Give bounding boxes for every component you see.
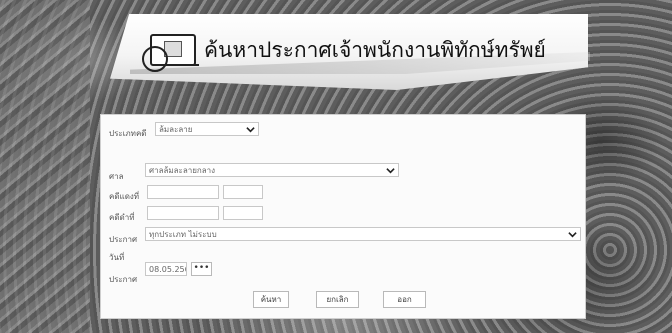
title-underline bbox=[175, 64, 199, 66]
red-case-label: คดีดำที่ bbox=[109, 213, 135, 222]
chevron-down-icon bbox=[568, 230, 577, 239]
red-case-number-input[interactable] bbox=[147, 206, 219, 220]
search-form-panel: ประเภทคดี ล้มละลาย ศาล ศาลล้มละลายกลาง ค… bbox=[100, 114, 586, 319]
case-type-label: ประเภทคดี bbox=[109, 129, 147, 138]
black-case-label: คดีแดงที่ bbox=[109, 192, 140, 201]
search-document-icon bbox=[142, 34, 196, 72]
page-title: ค้นหาประกาศเจ้าพนักงานพิทักษ์ทรัพย์ bbox=[204, 38, 546, 62]
cancel-button[interactable]: ยกเลิก bbox=[316, 291, 359, 308]
announce-date-input[interactable]: 08.05.2560 bbox=[145, 262, 187, 276]
announcement-type-value: ทุกประเภท ไม่ระบบ bbox=[149, 230, 217, 239]
court-label: ศาล bbox=[109, 172, 124, 181]
case-type-value: ล้มละลาย bbox=[159, 125, 193, 134]
search-button[interactable]: ค้นหา bbox=[253, 291, 289, 308]
black-case-number-input[interactable] bbox=[147, 185, 219, 199]
black-case-year-input[interactable] bbox=[223, 185, 263, 199]
background-pattern bbox=[0, 0, 90, 333]
announcement-label: ประกาศ bbox=[109, 235, 138, 244]
announce-date-label-line2: ประกาศ bbox=[109, 275, 138, 284]
announce-date-label-line1: วันที่ bbox=[109, 253, 125, 262]
magnifier-icon bbox=[142, 46, 168, 72]
red-case-year-input[interactable] bbox=[223, 206, 263, 220]
court-select[interactable]: ศาลล้มละลายกลาง bbox=[145, 163, 399, 177]
case-type-select[interactable]: ล้มละลาย bbox=[155, 122, 259, 136]
exit-button[interactable]: ออก bbox=[383, 291, 426, 308]
chevron-down-icon bbox=[246, 125, 255, 134]
chevron-down-icon bbox=[386, 166, 395, 175]
court-value: ศาลล้มละลายกลาง bbox=[149, 166, 216, 175]
announcement-type-select[interactable]: ทุกประเภท ไม่ระบบ bbox=[145, 227, 581, 241]
date-picker-button[interactable]: ••• bbox=[191, 262, 212, 276]
